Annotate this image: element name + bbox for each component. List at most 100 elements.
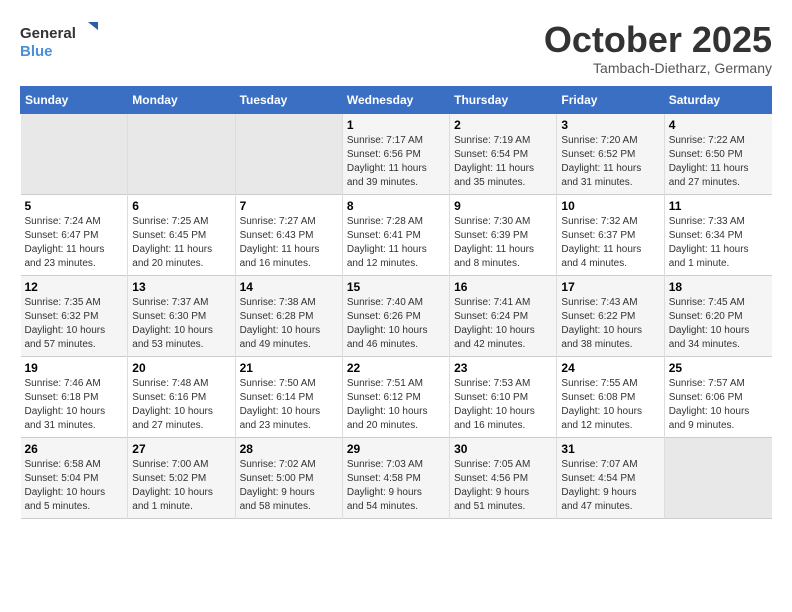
day-number: 26 [25, 442, 124, 456]
day-number: 18 [669, 280, 768, 294]
day-number: 21 [240, 361, 338, 375]
calendar-cell: 11 Sunrise: 7:33 AM Sunset: 6:34 PM Dayli… [664, 194, 771, 275]
day-number: 31 [561, 442, 659, 456]
calendar-cell: 6Sunrise: 7:25 AM Sunset: 6:45 PM Daylig… [128, 194, 235, 275]
day-number: 12 [25, 280, 124, 294]
calendar-cell [128, 113, 235, 194]
svg-text:Blue: Blue [20, 43, 53, 60]
day-number: 9 [454, 199, 552, 213]
page-header: General Blue October 2025 Tambach-Dietha… [20, 20, 772, 76]
day-number: 27 [132, 442, 230, 456]
day-info: Sunrise: 7:07 AM Sunset: 4:54 PM Dayligh… [561, 458, 659, 514]
calendar-cell: 13 Sunrise: 7:37 AM Sunset: 6:30 PM Dayli… [128, 275, 235, 356]
calendar-cell: 28 Sunrise: 7:02 AM Sunset: 5:00 PM Dayli… [235, 437, 342, 518]
day-info: Sunrise: 7:37 AM Sunset: 6:30 PM Dayligh… [132, 296, 230, 352]
column-header-thursday: Thursday [450, 86, 557, 113]
day-number: 14 [240, 280, 338, 294]
calendar-cell: 9 Sunrise: 7:30 AM Sunset: 6:39 PM Daylig… [450, 194, 557, 275]
day-number: 22 [347, 361, 445, 375]
day-info: Sunrise: 7:27 AM Sunset: 6:43 PM Dayligh… [240, 215, 338, 271]
calendar-cell: 23 Sunrise: 7:53 AM Sunset: 6:10 PM Dayli… [450, 356, 557, 437]
column-header-wednesday: Wednesday [342, 86, 449, 113]
calendar-header-row: SundayMondayTuesdayWednesdayThursdayFrid… [21, 86, 772, 113]
day-number: 20 [132, 361, 230, 375]
day-number: 2 [454, 118, 552, 132]
day-info: Sunrise: 7:51 AM Sunset: 6:12 PM Dayligh… [347, 377, 445, 433]
day-number: 17 [561, 280, 659, 294]
calendar-cell [235, 113, 342, 194]
day-number: 29 [347, 442, 445, 456]
day-info: Sunrise: 7:20 AM Sunset: 6:52 PM Dayligh… [561, 134, 659, 190]
calendar-cell: 19 Sunrise: 7:46 AM Sunset: 6:18 PM Dayli… [21, 356, 128, 437]
calendar-cell: 21 Sunrise: 7:50 AM Sunset: 6:14 PM Dayli… [235, 356, 342, 437]
day-info: Sunrise: 6:58 AM Sunset: 5:04 PM Dayligh… [25, 458, 124, 514]
calendar-cell: 31 Sunrise: 7:07 AM Sunset: 4:54 PM Dayli… [557, 437, 664, 518]
calendar-cell: 4 Sunrise: 7:22 AM Sunset: 6:50 PM Daylig… [664, 113, 771, 194]
day-info: Sunrise: 7:02 AM Sunset: 5:00 PM Dayligh… [240, 458, 338, 514]
column-header-tuesday: Tuesday [235, 86, 342, 113]
calendar-cell: 22 Sunrise: 7:51 AM Sunset: 6:12 PM Dayli… [342, 356, 449, 437]
month-title: October 2025 [544, 20, 772, 60]
day-info: Sunrise: 7:33 AM Sunset: 6:34 PM Dayligh… [669, 215, 768, 271]
day-info: Sunrise: 7:40 AM Sunset: 6:26 PM Dayligh… [347, 296, 445, 352]
day-info: Sunrise: 7:00 AM Sunset: 5:02 PM Dayligh… [132, 458, 230, 514]
day-info: Sunrise: 7:50 AM Sunset: 6:14 PM Dayligh… [240, 377, 338, 433]
calendar-cell: 16Sunrise: 7:41 AM Sunset: 6:24 PM Dayli… [450, 275, 557, 356]
day-info: Sunrise: 7:30 AM Sunset: 6:39 PM Dayligh… [454, 215, 552, 271]
day-info: Sunrise: 7:22 AM Sunset: 6:50 PM Dayligh… [669, 134, 768, 190]
day-info: Sunrise: 7:05 AM Sunset: 4:56 PM Dayligh… [454, 458, 552, 514]
day-number: 13 [132, 280, 230, 294]
calendar-cell: 17 Sunrise: 7:43 AM Sunset: 6:22 PM Dayli… [557, 275, 664, 356]
day-info: Sunrise: 7:46 AM Sunset: 6:18 PM Dayligh… [25, 377, 124, 433]
calendar-cell: 8Sunrise: 7:28 AM Sunset: 6:41 PM Daylig… [342, 194, 449, 275]
day-number: 8 [347, 199, 445, 213]
day-info: Sunrise: 7:38 AM Sunset: 6:28 PM Dayligh… [240, 296, 338, 352]
day-number: 30 [454, 442, 552, 456]
calendar-cell: 1 Sunrise: 7:17 AM Sunset: 6:56 PM Daylig… [342, 113, 449, 194]
subtitle: Tambach-Dietharz, Germany [544, 60, 772, 76]
day-info: Sunrise: 7:19 AM Sunset: 6:54 PM Dayligh… [454, 134, 552, 190]
day-number: 1 [347, 118, 445, 132]
calendar-cell [21, 113, 128, 194]
calendar-cell [664, 437, 771, 518]
column-header-monday: Monday [128, 86, 235, 113]
calendar-cell: 14 Sunrise: 7:38 AM Sunset: 6:28 PM Dayli… [235, 275, 342, 356]
day-info: Sunrise: 7:24 AM Sunset: 6:47 PM Dayligh… [25, 215, 124, 271]
day-info: Sunrise: 7:03 AM Sunset: 4:58 PM Dayligh… [347, 458, 445, 514]
day-info: Sunrise: 7:45 AM Sunset: 6:20 PM Dayligh… [669, 296, 768, 352]
calendar-cell: 10Sunrise: 7:32 AM Sunset: 6:37 PM Dayli… [557, 194, 664, 275]
calendar-week-1: 1 Sunrise: 7:17 AM Sunset: 6:56 PM Daylig… [21, 113, 772, 194]
calendar-cell: 12 Sunrise: 7:35 AM Sunset: 6:32 PM Dayli… [21, 275, 128, 356]
title-block: October 2025 Tambach-Dietharz, Germany [544, 20, 772, 76]
calendar-cell: 26 Sunrise: 6:58 AM Sunset: 5:04 PM Dayli… [21, 437, 128, 518]
day-number: 28 [240, 442, 338, 456]
day-number: 24 [561, 361, 659, 375]
day-info: Sunrise: 7:17 AM Sunset: 6:56 PM Dayligh… [347, 134, 445, 190]
day-info: Sunrise: 7:35 AM Sunset: 6:32 PM Dayligh… [25, 296, 124, 352]
calendar-cell: 5Sunrise: 7:24 AM Sunset: 6:47 PM Daylig… [21, 194, 128, 275]
column-header-saturday: Saturday [664, 86, 771, 113]
day-number: 23 [454, 361, 552, 375]
svg-text:General: General [20, 25, 76, 42]
day-number: 4 [669, 118, 768, 132]
day-info: Sunrise: 7:48 AM Sunset: 6:16 PM Dayligh… [132, 377, 230, 433]
day-number: 7 [240, 199, 338, 213]
calendar-cell: 29 Sunrise: 7:03 AM Sunset: 4:58 PM Dayli… [342, 437, 449, 518]
day-info: Sunrise: 7:43 AM Sunset: 6:22 PM Dayligh… [561, 296, 659, 352]
day-info: Sunrise: 7:25 AM Sunset: 6:45 PM Dayligh… [132, 215, 230, 271]
column-header-friday: Friday [557, 86, 664, 113]
calendar-week-5: 26 Sunrise: 6:58 AM Sunset: 5:04 PM Dayli… [21, 437, 772, 518]
calendar-week-4: 19 Sunrise: 7:46 AM Sunset: 6:18 PM Dayli… [21, 356, 772, 437]
calendar-cell: 27 Sunrise: 7:00 AM Sunset: 5:02 PM Dayli… [128, 437, 235, 518]
calendar-cell: 15Sunrise: 7:40 AM Sunset: 6:26 PM Dayli… [342, 275, 449, 356]
logo: General Blue [20, 20, 100, 65]
day-info: Sunrise: 7:55 AM Sunset: 6:08 PM Dayligh… [561, 377, 659, 433]
day-number: 19 [25, 361, 124, 375]
calendar-cell: 20 Sunrise: 7:48 AM Sunset: 6:16 PM Dayli… [128, 356, 235, 437]
day-number: 11 [669, 199, 768, 213]
column-header-sunday: Sunday [21, 86, 128, 113]
day-info: Sunrise: 7:53 AM Sunset: 6:10 PM Dayligh… [454, 377, 552, 433]
calendar-cell: 2 Sunrise: 7:19 AM Sunset: 6:54 PM Daylig… [450, 113, 557, 194]
calendar-cell: 7 Sunrise: 7:27 AM Sunset: 6:43 PM Daylig… [235, 194, 342, 275]
day-info: Sunrise: 7:41 AM Sunset: 6:24 PM Dayligh… [454, 296, 552, 352]
